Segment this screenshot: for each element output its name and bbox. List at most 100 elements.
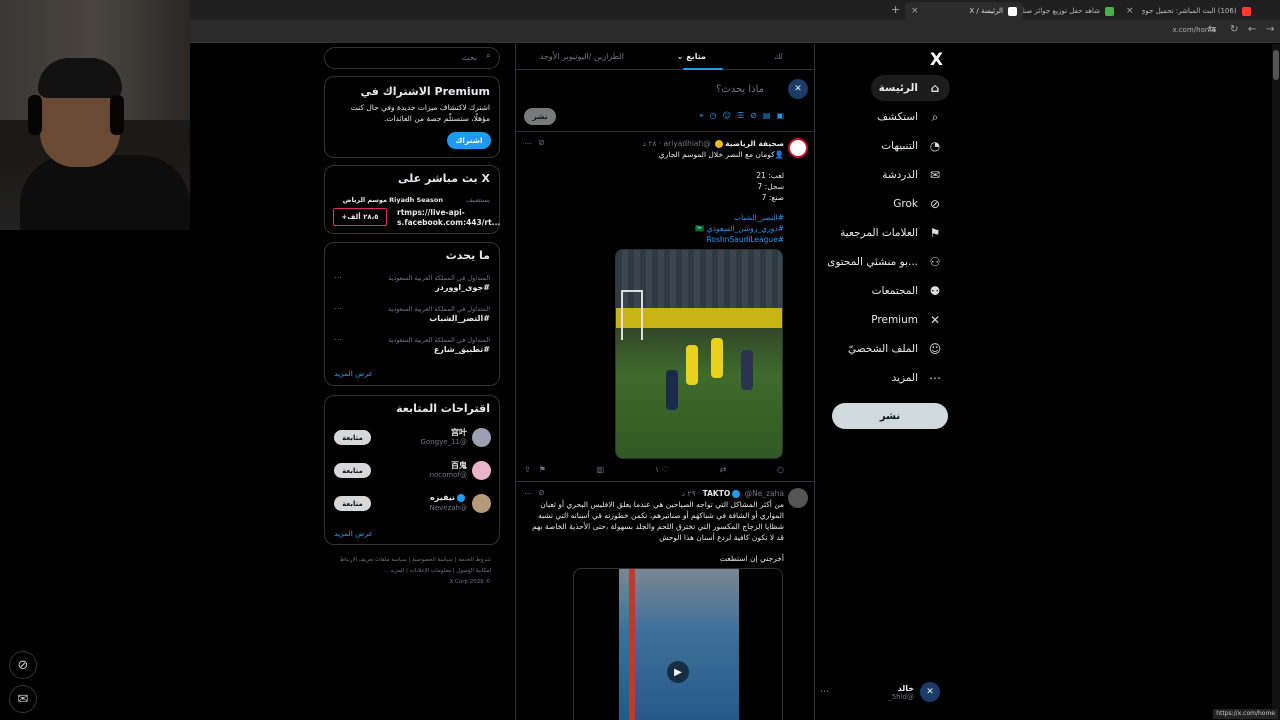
views-icon[interactable]: ▥ (597, 465, 605, 474)
search-input[interactable]: ⌕ بحث (324, 47, 500, 69)
trend-tag[interactable]: #تطبيق_شارع (434, 345, 490, 354)
hashtag[interactable]: #دوري_روشن_السعودي 🇸🇦 (695, 224, 784, 235)
trend-tag[interactable]: #النصر_الشباب (429, 314, 490, 323)
nav-more[interactable]: ⋯ المزيد (884, 365, 950, 391)
image-icon[interactable]: ▣ (776, 111, 784, 121)
footer-line-2[interactable]: إمكانية الوصول | معلومات الإعلانات | الم… (340, 566, 491, 577)
follow-button[interactable]: متابعة (334, 496, 371, 511)
like-button[interactable]: ♡ ١ (655, 465, 669, 474)
nav-bookmarks[interactable]: ⚑ العلامات المرجعية (832, 220, 950, 246)
tab-for-you[interactable]: لك (774, 52, 783, 61)
tweet-author[interactable]: TAKTO (703, 489, 731, 498)
tab-list[interactable]: الطرازين /اليوتيوبر الأوحد (540, 52, 624, 61)
tweet-handle[interactable]: @Ne_zaha (745, 489, 784, 498)
nav-premium[interactable]: ✕ Premium (863, 307, 950, 333)
more-icon[interactable]: ⋯ (524, 489, 532, 498)
nav-grok[interactable]: ⊘ Grok (885, 191, 950, 217)
nav-label: المجتمعات (871, 285, 918, 297)
retweet-icon[interactable]: ⇄ (720, 465, 727, 474)
nav-label: التنبيهات (881, 140, 918, 152)
grok-float-icon[interactable]: ⊘ (9, 651, 37, 679)
avatar[interactable] (472, 461, 491, 480)
timeline-column: لك متابع ⌄ الطرازين /اليوتيوبر الأوحد ✕ … (515, 44, 815, 720)
tab-following[interactable]: متابع ⌄ (677, 52, 706, 61)
verified-badge-icon (732, 490, 741, 498)
nav-home[interactable]: ⌂ الرئيسة (870, 75, 950, 101)
scrollbar-thumb[interactable] (1273, 50, 1279, 80)
nav-notifications[interactable]: ◔ التنبيهات (873, 133, 950, 159)
share-icon[interactable]: ⇪ (524, 465, 531, 474)
avatar[interactable] (472, 428, 491, 447)
nav-creators[interactable]: ⚇ ...بو منشئي المحتوى (819, 249, 950, 275)
suggestion-name[interactable]: 百鬼 (451, 460, 467, 471)
hashtag[interactable]: #RoshnSaudiLeague (706, 235, 784, 246)
compose-input[interactable]: ماذا يحدث؟ (716, 84, 764, 95)
schedule-icon[interactable]: ◷ (710, 111, 717, 121)
tweet-time[interactable]: ٢٩ د (682, 489, 696, 498)
compose-post-button[interactable]: نشر (524, 108, 556, 125)
footer-line-1[interactable]: شروط الخدمة | سياسة الخصوصية | سياسة ملف… (340, 555, 491, 566)
nav-chat[interactable]: ✉ الدردشة (874, 162, 950, 188)
nav-profile[interactable]: ☺ الملف الشخصيّ (840, 336, 950, 362)
bookmark-icon[interactable]: ⚑ (539, 465, 546, 474)
tweet-photo[interactable] (615, 249, 783, 459)
follow-show-more[interactable]: عرض المزيد (334, 529, 373, 538)
browser-tab-active[interactable]: × الرئيسة / X (905, 2, 1023, 20)
reload-icon[interactable]: ↻ (1230, 24, 1238, 35)
account-switcher[interactable]: ✕ خالد @5hld_ ⋯ (820, 678, 940, 706)
avatar[interactable] (788, 488, 808, 508)
play-icon[interactable]: ▶ (667, 661, 689, 683)
messages-float-icon[interactable]: ✉ (9, 685, 37, 713)
avatar[interactable] (472, 494, 491, 513)
tweet-stat: صنع: 7 (761, 193, 784, 202)
grok-icon[interactable]: ⊘ (538, 488, 545, 497)
close-icon[interactable]: × (911, 6, 919, 16)
gif-icon[interactable]: ▤ (763, 111, 771, 121)
live-viewers-badge[interactable]: ٢٨،٥ ألف+ (333, 208, 387, 226)
live-link-2[interactable]: s.facebook.com:443/rt... (397, 218, 500, 228)
grok-icon[interactable]: ⊘ (538, 138, 545, 147)
grok-icon[interactable]: ⊘ (750, 111, 757, 121)
avatar[interactable]: ✕ (788, 79, 808, 99)
location-icon[interactable]: ⌖ (699, 111, 704, 121)
suggestion-name[interactable]: نيفيزه (430, 493, 467, 502)
live-link-1[interactable]: rtmps://live-api- (397, 208, 465, 218)
subscribe-button[interactable]: اشتراك (447, 132, 491, 149)
live-host-name[interactable]: Riyadh Season (389, 196, 443, 204)
suggestion-name[interactable]: 宫叶 (451, 427, 467, 438)
tweet-author[interactable]: صحيفة الرياضية (725, 139, 784, 148)
browser-tab-1[interactable]: × (106) البث المباشر: تحميل جوي ايو (1120, 2, 1260, 20)
new-tab-icon[interactable]: + (891, 3, 900, 16)
follow-button[interactable]: متابعة (334, 430, 371, 445)
trends-show-more[interactable]: عرض المزيد (334, 369, 373, 378)
trend-tag[interactable]: #جوى_اووردز (435, 283, 490, 292)
premium-title: Premium الاشتراك في (360, 85, 490, 98)
close-icon[interactable]: × (1126, 6, 1134, 16)
more-icon[interactable]: ⋯ (334, 273, 342, 282)
more-icon[interactable]: ⋯ (334, 335, 342, 344)
player-figure (666, 370, 678, 410)
post-button[interactable]: نشر (832, 403, 948, 429)
x-favicon-icon (1008, 6, 1017, 16)
hashtag[interactable]: #النصر_الشباب (734, 213, 784, 224)
tweet-handle[interactable]: @ariyadhiah (664, 139, 711, 148)
tweet[interactable]: TAKTO @Ne_zaha · ٢٩ د ⋯ ⊘ من أكثر المشاك… (516, 482, 814, 720)
more-icon[interactable]: ⋯ (524, 139, 532, 148)
more-icon[interactable]: ⋯ (334, 304, 342, 313)
x-logo-icon[interactable]: X (930, 50, 943, 70)
reply-icon[interactable]: ○ (777, 465, 784, 474)
forward-icon[interactable]: → (1266, 24, 1274, 35)
nav-explore[interactable]: ⌕ استكشف (869, 104, 950, 130)
url-field[interactable]: x.com/home (1172, 26, 1216, 34)
tweet[interactable]: صحيفة الرياضية @ariyadhiah · ٢٨ د ⋯ ⊘ 👤ك… (516, 132, 814, 482)
nav-communities[interactable]: ⚉ المجتمعات (864, 278, 950, 304)
avatar[interactable] (788, 138, 808, 158)
tweet-time[interactable]: ٢٨ د (643, 139, 657, 148)
address-bar: ← → ↻ ⇆ x.com/home (0, 20, 1280, 43)
back-icon[interactable]: ← (1248, 24, 1256, 35)
follow-button[interactable]: متابعة (334, 463, 371, 478)
tweet-video[interactable]: ▶ (573, 568, 783, 720)
emoji-icon[interactable]: ☺ (723, 111, 731, 121)
poll-icon[interactable]: ☰ (737, 111, 744, 121)
page-scrollbar[interactable] (1272, 44, 1280, 720)
